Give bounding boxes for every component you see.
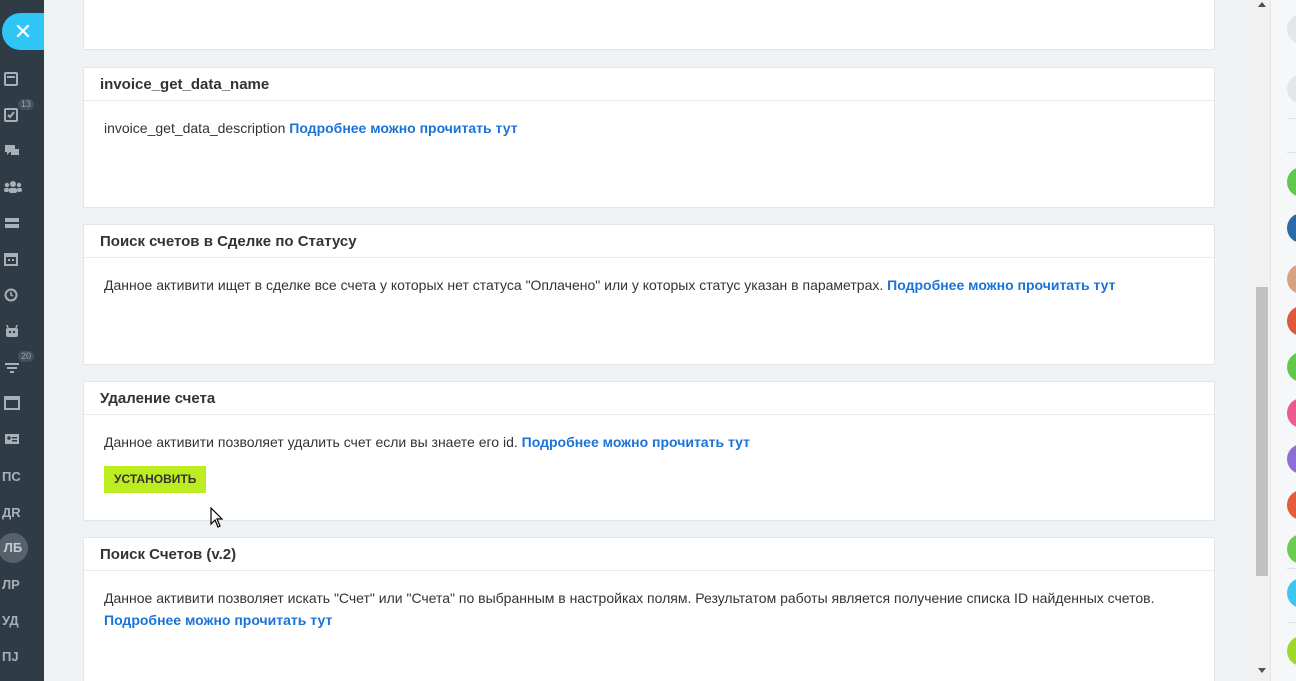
sidebar-item-contacts[interactable] bbox=[0, 425, 44, 453]
filter-icon bbox=[4, 360, 20, 374]
avatar[interactable] bbox=[1287, 490, 1296, 520]
avatar[interactable] bbox=[1287, 306, 1296, 336]
sidebar-user-4[interactable]: ЛР bbox=[0, 570, 44, 598]
card-title: invoice_get_data_name bbox=[84, 68, 1214, 101]
drive-icon bbox=[4, 216, 20, 230]
card-body: Данное активити ищет в сделке все счета … bbox=[84, 258, 1214, 296]
contact-card-icon bbox=[4, 432, 20, 446]
divider bbox=[1287, 622, 1296, 623]
sidebar-user-1[interactable]: ПС bbox=[0, 462, 44, 490]
tasks-count-badge: 13 bbox=[18, 99, 35, 110]
sidebar-item-groups[interactable] bbox=[0, 173, 44, 201]
activity-card: Удаление счета Данное активити позволяет… bbox=[83, 381, 1215, 521]
scroll-up-arrow-icon[interactable] bbox=[1258, 2, 1266, 7]
avatar[interactable] bbox=[1287, 264, 1296, 294]
sidebar-item-calendar[interactable] bbox=[0, 245, 44, 273]
settings-icon[interactable] bbox=[1287, 74, 1296, 104]
window-icon bbox=[4, 396, 20, 410]
calendar-icon bbox=[4, 252, 20, 266]
avatar[interactable] bbox=[1287, 352, 1296, 382]
tasks-icon bbox=[4, 108, 20, 122]
sidebar-user-2[interactable]: ДR bbox=[0, 498, 44, 526]
sidebar-user-6[interactable]: ПJ bbox=[0, 642, 44, 670]
card-description: Данное активити позволяет удалить счет е… bbox=[104, 434, 518, 450]
activity-card: Поиск счетов в Сделке по Статусу Данное … bbox=[83, 224, 1215, 365]
search-icon[interactable] bbox=[1287, 14, 1296, 44]
vertical-scrollbar[interactable] bbox=[1254, 0, 1270, 681]
card-description: Данное активити ищет в сделке все счета … bbox=[104, 277, 884, 293]
avatar[interactable] bbox=[1287, 534, 1296, 564]
card-body: Данное активити позволяет удалить счет е… bbox=[84, 415, 1214, 493]
sidebar-user-3[interactable]: ЛБ bbox=[0, 533, 44, 563]
sidebar-item-window[interactable] bbox=[0, 389, 44, 417]
read-more-link[interactable]: Подробнее можно прочитать тут bbox=[522, 434, 750, 450]
close-button[interactable]: ✕ bbox=[2, 13, 44, 50]
card-description: invoice_get_data_description bbox=[104, 120, 286, 136]
card-body: Данное активити позволяет искать "Счет" … bbox=[84, 571, 1214, 631]
avatar[interactable] bbox=[1287, 636, 1296, 666]
read-more-link[interactable]: Подробнее можно прочитать тут bbox=[887, 277, 1115, 293]
card-title: Удаление счета bbox=[84, 382, 1214, 415]
left-sidebar: ✕ 13 20 ПС ДR ЛБ ЛР УД ПJ bbox=[0, 0, 44, 681]
divider bbox=[1287, 152, 1296, 153]
groups-icon bbox=[4, 180, 22, 194]
activity-card: Поиск Счетов (v.2) Данное активити позво… bbox=[83, 537, 1215, 681]
feed-icon bbox=[4, 72, 20, 86]
divider bbox=[1287, 118, 1296, 119]
sidebar-item-drive[interactable] bbox=[0, 209, 44, 237]
install-button[interactable]: УСТАНОВИТЬ bbox=[104, 466, 207, 493]
activity-card: invoice_get_data_name invoice_get_data_d… bbox=[83, 67, 1215, 208]
chat-icon bbox=[4, 144, 20, 158]
avatar[interactable] bbox=[1287, 213, 1296, 243]
sidebar-user-5[interactable]: УД bbox=[0, 606, 44, 634]
right-sidebar bbox=[1270, 0, 1296, 681]
avatar[interactable] bbox=[1287, 398, 1296, 428]
sidebar-item-filter[interactable]: 20 bbox=[0, 351, 44, 381]
card-body: invoice_get_data_description Подробнее м… bbox=[84, 101, 1214, 139]
read-more-link[interactable]: Подробнее можно прочитать тут bbox=[104, 612, 332, 628]
sidebar-item-time[interactable] bbox=[0, 281, 44, 309]
card-title: Поиск Счетов (v.2) bbox=[84, 538, 1214, 571]
mouse-cursor-icon bbox=[210, 507, 224, 528]
activity-card bbox=[83, 0, 1215, 50]
filter-count-badge: 20 bbox=[18, 351, 35, 362]
sidebar-item-robot[interactable] bbox=[0, 317, 44, 345]
scrollbar-thumb[interactable] bbox=[1256, 287, 1268, 576]
avatar[interactable] bbox=[1287, 578, 1296, 608]
close-icon: ✕ bbox=[13, 19, 33, 44]
sidebar-item-tasks[interactable]: 13 bbox=[0, 99, 44, 129]
avatar[interactable] bbox=[1287, 444, 1296, 474]
divider bbox=[1287, 568, 1296, 569]
read-more-link[interactable]: Подробнее можно прочитать тут bbox=[289, 120, 517, 136]
clock-icon bbox=[4, 288, 20, 302]
sidebar-item-feed[interactable] bbox=[0, 65, 44, 93]
card-title: Поиск счетов в Сделке по Статусу bbox=[84, 225, 1214, 258]
scroll-down-arrow-icon[interactable] bbox=[1258, 668, 1266, 673]
robot-icon bbox=[4, 324, 20, 338]
sidebar-item-chat[interactable] bbox=[0, 137, 44, 165]
card-description: Данное активити позволяет искать "Счет" … bbox=[104, 590, 1155, 606]
avatar[interactable] bbox=[1287, 167, 1296, 197]
